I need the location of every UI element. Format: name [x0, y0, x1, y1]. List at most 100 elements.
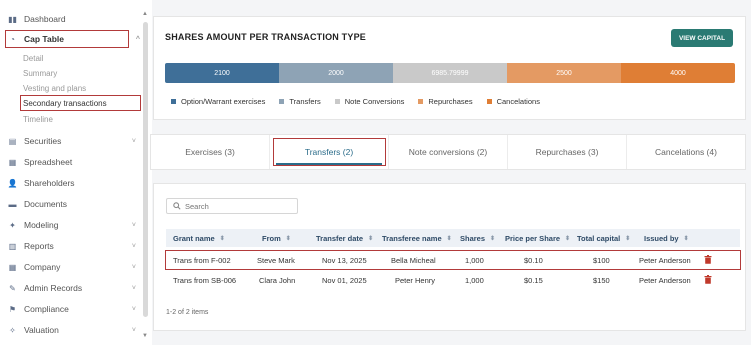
sidebar-item-compliance[interactable]: ⚑ Compliance ˅: [8, 301, 140, 317]
column-header-price-per-share[interactable]: Price per Share ⬍: [505, 229, 570, 247]
bar-segment-note-conversions: 6985.79999: [393, 63, 507, 83]
legend-label: Option/Warrant exercises: [181, 97, 266, 106]
view-capital-button[interactable]: VIEW CAPITAL: [671, 29, 733, 47]
scroll-up-arrow[interactable]: ▲: [142, 11, 148, 17]
sort-icon[interactable]: ⬍: [447, 235, 452, 242]
column-label: Grant name: [173, 233, 215, 243]
legend-swatch: [279, 99, 285, 104]
legend-item-option-warrant-exercises: Option/Warrant exercises: [171, 97, 265, 106]
chart-title: SHARES AMOUNT PER TRANSACTION TYPE: [165, 32, 366, 42]
cell-total-capital: $150: [593, 275, 610, 285]
active-tab-underline: [276, 163, 382, 165]
column-header-issued-by[interactable]: Issued by ⬍: [644, 229, 689, 247]
cell-transferee-name: Bella Micheal: [391, 255, 436, 265]
column-header-transferee-name[interactable]: Transferee name ⬍: [382, 229, 452, 247]
valuation-icon: ✧: [9, 325, 16, 335]
sidebar-subitem-secondary-transactions[interactable]: Secondary transactions: [20, 95, 141, 111]
sidebar-item-valuation[interactable]: ✧ Valuation ˅: [8, 322, 140, 338]
legend-swatch: [486, 99, 492, 104]
sidebar-item-reports[interactable]: ▥ Reports ˅: [8, 238, 140, 254]
sidebar-item-documents[interactable]: ▬ Documents: [8, 196, 140, 212]
dashboard-icon: ▮▮: [8, 14, 17, 24]
search-input[interactable]: [185, 201, 285, 211]
sort-icon[interactable]: ⬍: [490, 235, 495, 242]
sidebar-item-company[interactable]: ▦ Company ˅: [8, 259, 140, 275]
table-row[interactable]: Trans from SB-006 Clara John Nov 01, 202…: [166, 271, 740, 289]
sidebar-item-admin-records[interactable]: ✎ Admin Records ˅: [8, 280, 140, 296]
sidebar-item-dashboard[interactable]: ▮▮ Dashboard: [8, 11, 140, 27]
sidebar-item-cap-table[interactable]: ◔ Cap Table ^: [5, 30, 140, 48]
legend-item-cancelations: Cancelations: [486, 97, 540, 106]
sidebar-item-modeling[interactable]: ✦ Modeling ˅: [8, 217, 140, 233]
sidebar-item-shareholders[interactable]: 👤 Shareholders: [8, 175, 140, 191]
column-header-transfer-date[interactable]: Transfer date ⬍: [316, 229, 373, 247]
tab-label: Cancelations (4): [655, 147, 717, 157]
sidebar-item-label: Reports: [24, 241, 54, 251]
trash-icon[interactable]: [704, 255, 712, 264]
column-header-total-capital[interactable]: Total capital ⬍: [577, 229, 630, 247]
table-row[interactable]: Trans from F-002 Steve Mark Nov 13, 2025…: [165, 250, 741, 270]
cell-issued-by: Peter Anderson: [639, 275, 691, 285]
column-label: Total capital: [577, 233, 621, 243]
sidebar-item-spreadsheet[interactable]: ▦ Spreadsheet: [8, 154, 140, 170]
sort-icon[interactable]: ⬍: [565, 235, 570, 242]
bar-segment-repurchases: 2500: [507, 63, 621, 83]
spreadsheet-icon: ▦: [8, 157, 17, 167]
legend-label: Repurchases: [428, 97, 473, 106]
tabs-bar: Exercises (3) Transfers (2) Note convers…: [150, 134, 746, 170]
company-icon: ▦: [8, 262, 17, 272]
tab-note-conversions[interactable]: Note conversions (2): [389, 135, 508, 169]
column-header-from[interactable]: From ⬍: [262, 229, 291, 247]
sidebar-scrollbar[interactable]: [143, 22, 148, 317]
tab-cancelations[interactable]: Cancelations (4): [627, 135, 745, 169]
legend-label: Note Conversions: [344, 97, 405, 106]
sidebar-subitem-summary[interactable]: Summary: [23, 66, 57, 80]
legend-swatch: [334, 99, 340, 104]
sidebar-item-securities[interactable]: ▤ Securities ˅: [8, 133, 140, 149]
cell-grant-name: Trans from F-002: [173, 255, 231, 265]
sort-icon[interactable]: ⬍: [220, 235, 225, 242]
column-header-shares[interactable]: Shares ⬍: [460, 229, 495, 247]
sort-icon[interactable]: ⬍: [286, 235, 291, 242]
cell-transfer-date: Nov 13, 2025: [322, 255, 367, 265]
people-icon: 👤: [7, 178, 18, 188]
sort-icon[interactable]: ⬍: [625, 235, 630, 242]
legend-swatch: [418, 99, 424, 104]
cell-from: Clara John: [259, 275, 296, 285]
legend-item-note-conversions: Note Conversions: [334, 97, 405, 106]
bar-segment-option-warrant-exercises: 2100: [165, 63, 279, 83]
column-header-grant-name[interactable]: Grant name ⬍: [173, 229, 225, 247]
cell-grant-name: Trans from SB-006: [173, 275, 237, 285]
scroll-down-arrow[interactable]: ▼: [142, 333, 148, 339]
reports-icon: ▥: [8, 241, 17, 251]
legend-label: Cancelations: [496, 97, 540, 106]
trash-icon[interactable]: [704, 275, 712, 284]
sidebar-subitem-detail[interactable]: Detail: [23, 51, 43, 65]
tab-transfers[interactable]: Transfers (2): [270, 135, 389, 169]
chart-card: SHARES AMOUNT PER TRANSACTION TYPE VIEW …: [153, 16, 746, 120]
chart-legend: Option/Warrant exercises Transfers Note Co…: [171, 97, 554, 106]
pagination-info: 1-2 of 2 items: [166, 309, 209, 316]
search-box[interactable]: [166, 198, 298, 214]
sidebar-item-label: Admin Records: [24, 283, 83, 293]
sidebar: ▲ ▼ ▮▮ Dashboard ◔ Cap Table ^ Detail Su…: [0, 0, 150, 345]
legend-item-repurchases: Repurchases: [418, 97, 473, 106]
tab-label: Repurchases (3): [535, 147, 599, 157]
search-icon: [173, 202, 181, 210]
sort-icon[interactable]: ⬍: [368, 235, 373, 242]
sidebar-item-label: Company: [24, 262, 61, 272]
cell-shares: 1,000: [465, 255, 484, 265]
sidebar-item-label: Dashboard: [24, 14, 66, 24]
sidebar-subitem-vesting[interactable]: Vesting and plans: [23, 81, 86, 95]
chevron-up-icon: ^: [135, 35, 140, 43]
cell-price-per-share: $0.10: [524, 255, 543, 265]
sidebar-item-label: Shareholders: [24, 178, 75, 188]
cell-issued-by: Peter Anderson: [639, 255, 691, 265]
tab-repurchases[interactable]: Repurchases (3): [508, 135, 627, 169]
sort-icon[interactable]: ⬍: [684, 235, 689, 242]
sidebar-subitem-timeline[interactable]: Timeline: [23, 112, 53, 126]
modeling-icon: ✦: [9, 220, 16, 230]
tab-exercises[interactable]: Exercises (3): [151, 135, 270, 169]
cell-transfer-date: Nov 01, 2025: [322, 275, 367, 285]
chevron-down-icon: ˅: [131, 263, 136, 271]
